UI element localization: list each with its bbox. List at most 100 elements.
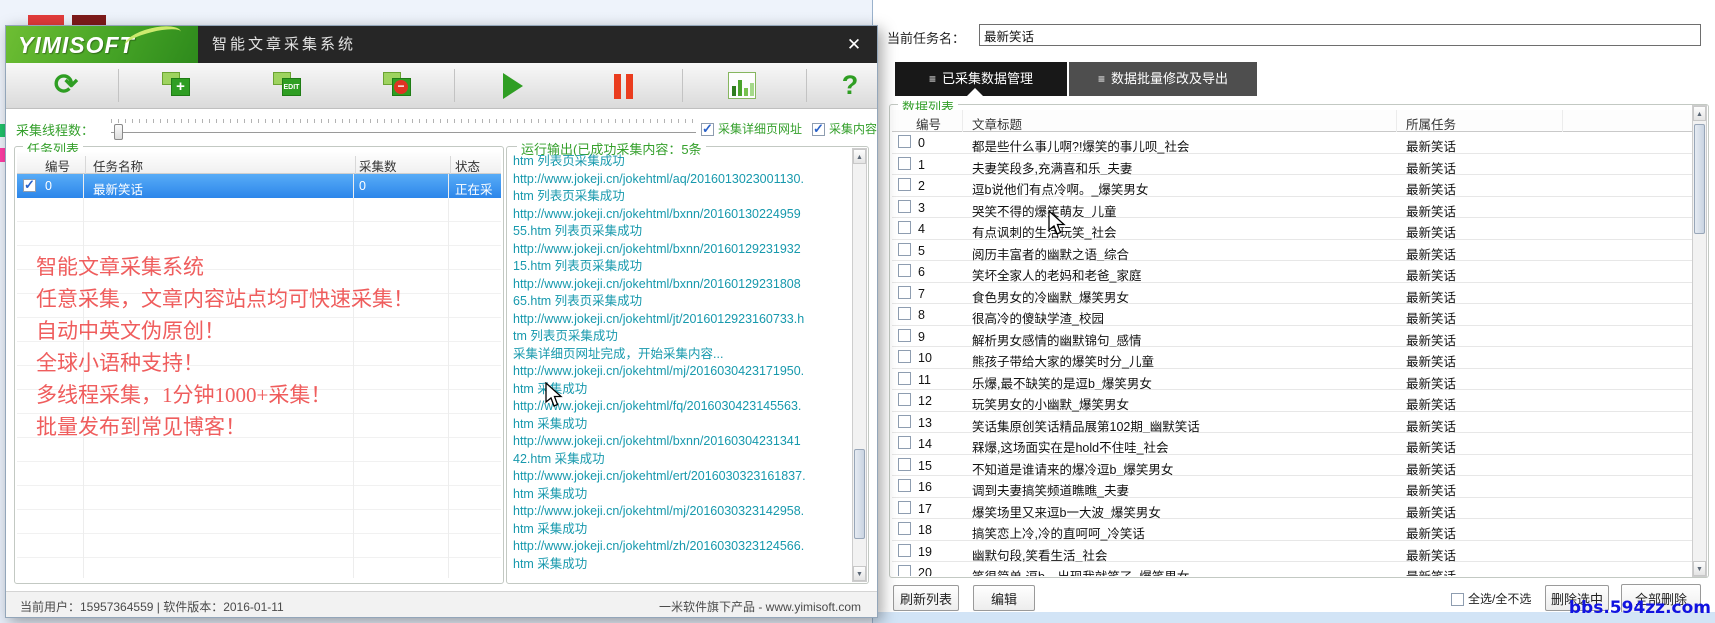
statistics-icon[interactable]: [728, 72, 756, 99]
row-checkbox[interactable]: [898, 522, 911, 535]
select-all-checkbox[interactable]: [1451, 593, 1464, 606]
row-checkbox[interactable]: [898, 135, 911, 148]
article-row[interactable]: 15 不知道是谁请来的爆冷逗b_爆笑男女 最新笑话: [892, 454, 1692, 477]
scroll-up-icon[interactable]: ▲: [1693, 106, 1706, 121]
article-row[interactable]: 9 解析男女感情的幽默锦句_感情 最新笑话: [892, 325, 1692, 348]
article-row[interactable]: 11 乐爆,最不缺笑的是逗b_爆笑男女 最新笑话: [892, 368, 1692, 391]
header-name[interactable]: 任务名称: [93, 156, 143, 175]
header-id[interactable]: 编号: [45, 156, 70, 175]
scrollbar-thumb[interactable]: [1694, 124, 1705, 234]
promo-line: 多线程采集，1分钟1000+采集！: [36, 383, 332, 407]
option-collect-detail-urls[interactable]: 采集详细页网址: [701, 120, 802, 139]
row-checkbox[interactable]: [898, 328, 911, 342]
row-checkbox[interactable]: [898, 264, 911, 277]
window-title: 智能文章采集系统: [212, 36, 357, 53]
article-row[interactable]: 8 很高冷的傻缺学渣_校园 最新笑话: [892, 304, 1692, 326]
row-checkbox[interactable]: [898, 156, 911, 170]
article-row[interactable]: 12 玩笑男女的小幽默_爆笑男女 最新笑话: [892, 390, 1692, 412]
article-id: 18: [918, 523, 932, 537]
row-checkbox[interactable]: [898, 479, 911, 492]
current-task-input[interactable]: [979, 24, 1701, 46]
add-task-icon[interactable]: +: [161, 69, 197, 103]
row-checkbox[interactable]: [898, 457, 911, 471]
pause-bar: [626, 74, 633, 99]
article-row[interactable]: 20 笑很简单,逗b、出现我就笑了_爆笑男女 最新笑话: [892, 562, 1692, 576]
article-row[interactable]: 17 爆笑场里又来逗b一大波_爆笑男女 最新笑话: [892, 497, 1692, 520]
article-row[interactable]: 2 逗b说他们有点冷啊。_爆笑男女 最新笑话: [892, 175, 1692, 197]
title-bar[interactable]: YIMISOFT 智能文章采集系统 ✕: [6, 26, 877, 63]
refresh-icon[interactable]: ⟳: [48, 69, 84, 103]
article-row[interactable]: 3 哭笑不得的爆笑萌友_儿童 最新笑话: [892, 196, 1692, 219]
help-icon[interactable]: ?: [832, 69, 868, 103]
toolbar: ⟳ + EDIT − ?: [6, 63, 877, 109]
article-title: 笑坏全家人的老妈和老爸_家庭: [972, 269, 1142, 283]
edit-button[interactable]: 编辑: [973, 585, 1035, 611]
scrollbar-thumb[interactable]: [854, 449, 865, 539]
article-row[interactable]: 4 有点讽刺的生活玩笑_社会 最新笑话: [892, 218, 1692, 240]
tab-collected-data[interactable]: ≡ 已采集数据管理: [895, 62, 1067, 96]
article-row[interactable]: 18 搞笑恋上冷,冷的直呵呵_冷笑话 最新笑话: [892, 519, 1692, 541]
log-scrollbar[interactable]: ▲ ▼: [852, 148, 867, 582]
select-all-option[interactable]: 全选/全不选: [1451, 590, 1531, 607]
article-row[interactable]: 13 笑话集原创笑话精品展第102期_幽默笑话 最新笑话: [892, 411, 1692, 434]
row-checkbox[interactable]: [898, 307, 911, 320]
scroll-down-icon[interactable]: ▼: [853, 566, 866, 581]
header-id[interactable]: 编号: [916, 114, 941, 133]
slider-thumb[interactable]: [114, 124, 123, 140]
article-row[interactable]: 1 夫妻笑段多,充满喜和乐_夫妻 最新笑话: [892, 153, 1692, 176]
scroll-up-icon[interactable]: ▲: [853, 149, 866, 164]
remove-task-icon[interactable]: −: [382, 69, 418, 103]
row-checkbox[interactable]: [898, 393, 911, 406]
article-row[interactable]: 16 调到夫妻搞笑频道瞧瞧_夫妻 最新笑话: [892, 476, 1692, 498]
article-row[interactable]: 7 食色男女的冷幽默_爆笑男女 最新笑话: [892, 282, 1692, 305]
article-row[interactable]: 14 槑爆,这场面实在是hold不住哇_社会 最新笑话: [892, 433, 1692, 455]
pause-icon[interactable]: [606, 69, 642, 103]
row-checkbox[interactable]: [898, 221, 911, 234]
article-row[interactable]: 0 都是些什么事儿啊?!爆笑的事儿呗_社会 最新笑话: [892, 132, 1692, 154]
row-checkbox[interactable]: [898, 350, 911, 363]
header-status[interactable]: 状态: [455, 156, 480, 175]
row-checkbox[interactable]: [898, 242, 911, 256]
log-line: http://www.jokeji.cn/jokehtml/bxnn/20160…: [513, 434, 801, 448]
article-id: 0: [918, 136, 925, 150]
checkbox-collect-detail-urls[interactable]: [701, 121, 714, 137]
edit-task-icon[interactable]: EDIT: [272, 69, 308, 103]
scroll-down-icon[interactable]: ▼: [1693, 561, 1706, 576]
header-count[interactable]: 采集数: [359, 156, 397, 175]
collector-window: YIMISOFT 智能文章采集系统 ✕ ⟳ + EDIT − ? 采集线程数： …: [5, 25, 878, 618]
header-title[interactable]: 文章标题: [972, 114, 1022, 133]
refresh-list-button[interactable]: 刷新列表: [893, 585, 959, 611]
header-task[interactable]: 所属任务: [1406, 114, 1456, 133]
log-line: 15.htm 列表页采集成功: [513, 259, 643, 273]
article-task: 最新笑话: [1406, 398, 1457, 412]
task-row[interactable]: 0 最新笑话 0 正在采集内容...: [17, 174, 501, 235]
slider-track[interactable]: [111, 132, 696, 133]
row-checkbox[interactable]: [898, 565, 911, 576]
article-id: 14: [918, 437, 932, 451]
option-collect-content[interactable]: 采集内容: [812, 120, 877, 139]
article-row[interactable]: 6 笑坏全家人的老妈和老爸_家庭 最新笑话: [892, 261, 1692, 283]
article-row[interactable]: 19 幽默句段,笑看生活_社会 最新笑话: [892, 540, 1692, 563]
promo-line: 全球小语种支持！: [36, 351, 204, 375]
row-checkbox[interactable]: [898, 285, 911, 299]
start-icon[interactable]: [503, 73, 523, 99]
log-line: http://www.jokeji.cn/jokehtml/zh/2016030…: [513, 539, 805, 553]
brand-text: YIMISOFT: [18, 32, 135, 58]
article-row[interactable]: 10 熊孩子带给大家的爆笑时分_儿童 最新笑话: [892, 347, 1692, 369]
article-row[interactable]: 5 阅历丰富者的幽默之语_综合 最新笑话: [892, 239, 1692, 262]
thread-count-row: 采集线程数： 采集详细页网址 采集内容: [6, 114, 877, 144]
row-checkbox[interactable]: [898, 500, 911, 514]
table-scrollbar[interactable]: ▲ ▼: [1692, 105, 1707, 577]
row-checkbox[interactable]: [898, 371, 911, 385]
row-checkbox[interactable]: [898, 178, 911, 191]
current-task-label: 当前任务名：: [887, 31, 966, 46]
tab-bar: ≡ 已采集数据管理 ≡ 数据批量修改及导出: [873, 62, 1715, 96]
row-checkbox[interactable]: [898, 543, 911, 557]
tab-batch-edit-export[interactable]: ≡ 数据批量修改及导出: [1069, 62, 1257, 96]
task-checkbox[interactable]: [23, 177, 36, 193]
row-checkbox[interactable]: [898, 199, 911, 213]
row-checkbox[interactable]: [898, 436, 911, 449]
row-checkbox[interactable]: [898, 414, 911, 428]
checkbox-collect-content[interactable]: [812, 121, 825, 137]
close-icon[interactable]: ✕: [840, 32, 868, 57]
